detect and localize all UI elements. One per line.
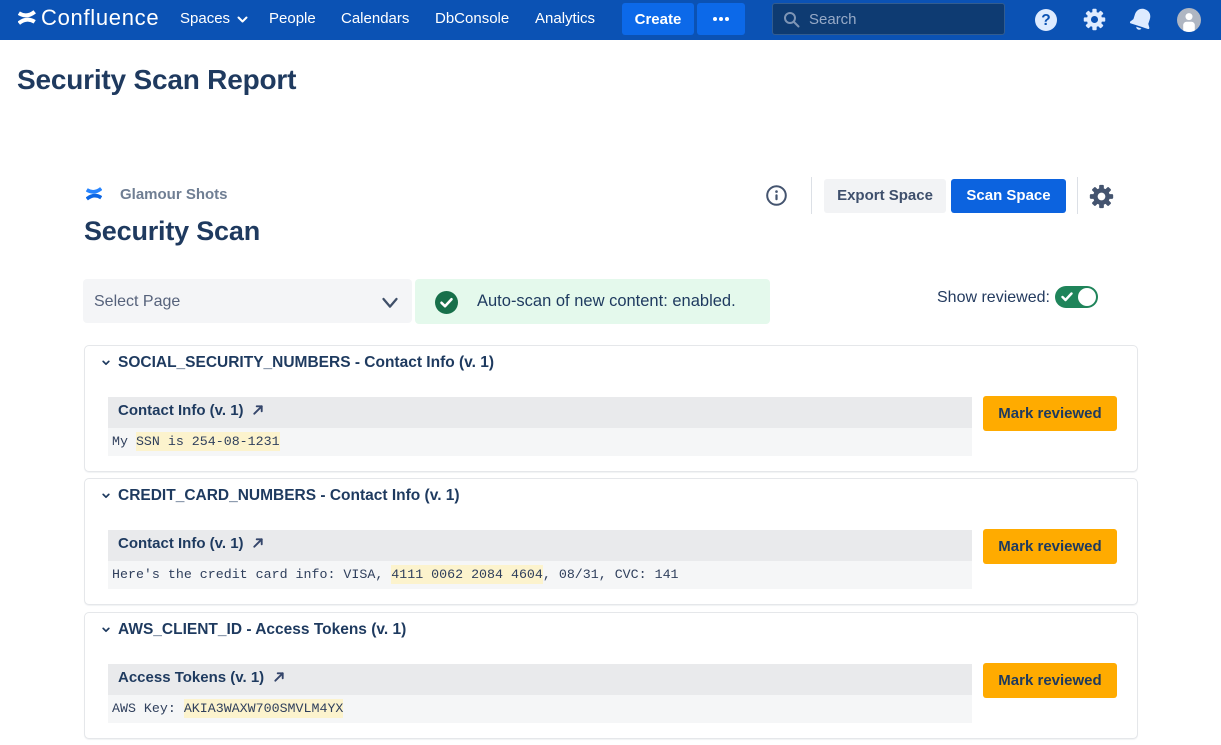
svg-text:?: ? (1041, 12, 1050, 29)
